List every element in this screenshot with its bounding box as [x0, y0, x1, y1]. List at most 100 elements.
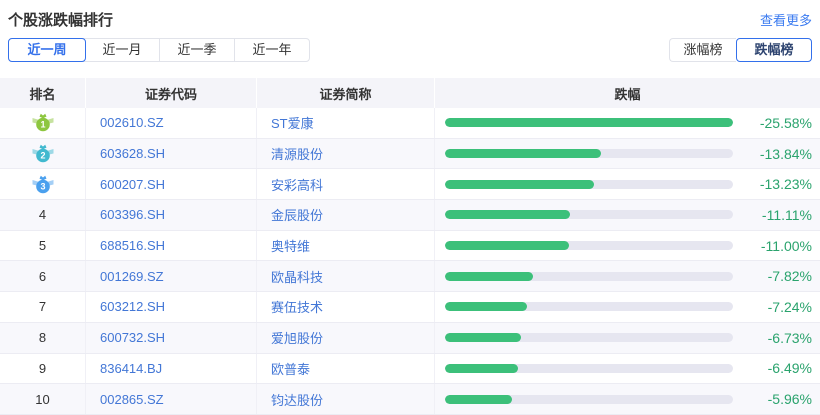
change-cell: -6.49% [435, 354, 820, 384]
change-cell: -6.73% [435, 323, 820, 353]
losers-board-button[interactable]: 跌幅榜 [736, 38, 812, 62]
stock-code-link[interactable]: 002610.SZ [86, 108, 257, 138]
table-row: 6 001269.SZ 欧晶科技 -7.82% [0, 261, 820, 293]
change-percent: -11.11% [761, 206, 812, 223]
change-bar-fill [445, 363, 519, 373]
change-percent: -13.23% [759, 176, 812, 193]
change-bar-fill [445, 118, 733, 128]
stock-code-link[interactable]: 600732.SH [86, 322, 257, 353]
stock-name-link[interactable]: 奥特维 [257, 230, 435, 261]
column-header-rank: 排名 [0, 78, 86, 108]
change-bar-fill [445, 394, 513, 404]
change-bar-fill [445, 149, 601, 159]
change-cell: -11.11% [435, 200, 820, 230]
table-row: 3 600207.SH 安彩高科 -13.23% [0, 169, 820, 201]
stock-name-link[interactable]: 爱旭股份 [257, 322, 435, 353]
stock-code-link[interactable]: 002865.SZ [86, 384, 257, 414]
bronze-medal-icon: 3 [31, 175, 55, 194]
rank-cell: 1 [0, 108, 86, 138]
table-row: 7 603212.SH 赛伍技术 -7.24% [0, 292, 820, 323]
tab-last-quarter[interactable]: 近一季 [160, 39, 235, 61]
change-cell: -7.82% [435, 261, 820, 291]
table-body: 1 002610.SZ ST爱康 -25.58% 2 603628.SH 清源股… [0, 108, 820, 415]
change-bar-fill [445, 241, 569, 251]
change-bar-track [445, 118, 733, 128]
column-header-code: 证券代码 [86, 78, 257, 108]
rank-cell: 9 [0, 353, 86, 384]
view-more-link[interactable]: 查看更多 [760, 10, 812, 29]
column-header-name: 证券简称 [257, 78, 435, 108]
table-header-row: 排名 证券代码 证券简称 跌幅 [0, 78, 820, 108]
change-bar-track [445, 241, 733, 251]
stock-code-link[interactable]: 603212.SH [86, 292, 257, 322]
stock-code-link[interactable]: 603628.SH [86, 138, 257, 169]
change-bar-track [445, 179, 733, 189]
table-row: 2 603628.SH 清源股份 -13.84% [0, 138, 820, 170]
table-row: 10 002865.SZ 钧达股份 -5.96% [0, 384, 820, 415]
change-percent: -7.24% [767, 298, 812, 315]
change-percent: -13.84% [759, 145, 812, 162]
change-bar-track [445, 394, 733, 404]
rank-cell: 10 [0, 384, 86, 414]
stock-code-link[interactable]: 688516.SH [86, 230, 257, 261]
stock-name-link[interactable]: 欧普泰 [257, 353, 435, 384]
change-bar-fill [445, 210, 570, 220]
change-cell: -13.84% [435, 139, 820, 169]
stock-name-link[interactable]: 赛伍技术 [257, 292, 435, 322]
change-percent: -7.82% [767, 268, 812, 285]
stock-name-link[interactable]: 钧达股份 [257, 384, 435, 414]
table-row: 5 688516.SH 奥特维 -11.00% [0, 230, 820, 262]
stock-rank-widget: 个股涨跌幅排行 查看更多 近一周 近一月 近一季 近一年 涨幅榜 跌幅榜 排名 … [0, 0, 820, 415]
change-bar-fill [445, 179, 594, 189]
change-bar-fill [445, 333, 521, 343]
svg-text:1: 1 [40, 120, 45, 130]
change-cell: -11.00% [435, 231, 820, 261]
change-bar-track [445, 271, 733, 281]
rank-cell: 7 [0, 292, 86, 322]
rank-cell: 3 [0, 169, 86, 200]
change-percent: -6.73% [767, 329, 812, 346]
svg-text:2: 2 [40, 151, 45, 161]
board-toggle-group: 涨幅榜 跌幅榜 [669, 38, 812, 62]
change-bar-track [445, 333, 733, 343]
table-row: 9 836414.BJ 欧普泰 -6.49% [0, 353, 820, 385]
change-cell: -13.23% [435, 169, 820, 199]
stock-name-link[interactable]: 安彩高科 [257, 169, 435, 200]
change-cell: -5.96% [435, 384, 820, 414]
stock-name-link[interactable]: 欧晶科技 [257, 261, 435, 292]
ranking-table: 排名 证券代码 证券简称 跌幅 1 002610.SZ ST爱康 -25.58%… [0, 78, 820, 415]
period-tab-group: 近一周 近一月 近一季 近一年 [8, 38, 310, 62]
change-bar-track [445, 302, 733, 312]
svg-text:3: 3 [40, 181, 45, 191]
rank-cell: 5 [0, 230, 86, 261]
change-bar-fill [445, 302, 527, 312]
table-row: 1 002610.SZ ST爱康 -25.58% [0, 108, 820, 139]
tab-last-year[interactable]: 近一年 [235, 39, 309, 61]
page-title: 个股涨跌幅排行 [8, 11, 114, 29]
gainers-board-button[interactable]: 涨幅榜 [669, 38, 736, 62]
change-bar-track [445, 363, 733, 373]
change-bar-track [445, 210, 733, 220]
change-percent: -6.49% [767, 360, 812, 377]
change-percent: -5.96% [767, 391, 812, 408]
stock-name-link[interactable]: 金辰股份 [257, 200, 435, 230]
rank-cell: 4 [0, 200, 86, 230]
tab-last-week[interactable]: 近一周 [8, 38, 86, 62]
silver-medal-icon: 2 [31, 144, 55, 163]
rank-cell: 8 [0, 322, 86, 353]
stock-name-link[interactable]: 清源股份 [257, 138, 435, 169]
tab-last-month[interactable]: 近一月 [85, 39, 160, 61]
stock-name-link[interactable]: ST爱康 [257, 108, 435, 138]
table-row: 8 600732.SH 爱旭股份 -6.73% [0, 322, 820, 354]
change-bar-track [445, 149, 733, 159]
change-cell: -25.58% [435, 108, 820, 138]
stock-code-link[interactable]: 600207.SH [86, 169, 257, 200]
stock-code-link[interactable]: 001269.SZ [86, 261, 257, 292]
stock-code-link[interactable]: 603396.SH [86, 200, 257, 230]
gold-medal-icon: 1 [31, 113, 55, 132]
change-cell: -7.24% [435, 292, 820, 322]
change-percent: -25.58% [759, 114, 812, 131]
stock-code-link[interactable]: 836414.BJ [86, 353, 257, 384]
widget-header: 个股涨跌幅排行 查看更多 [0, 0, 820, 38]
rank-cell: 6 [0, 261, 86, 292]
